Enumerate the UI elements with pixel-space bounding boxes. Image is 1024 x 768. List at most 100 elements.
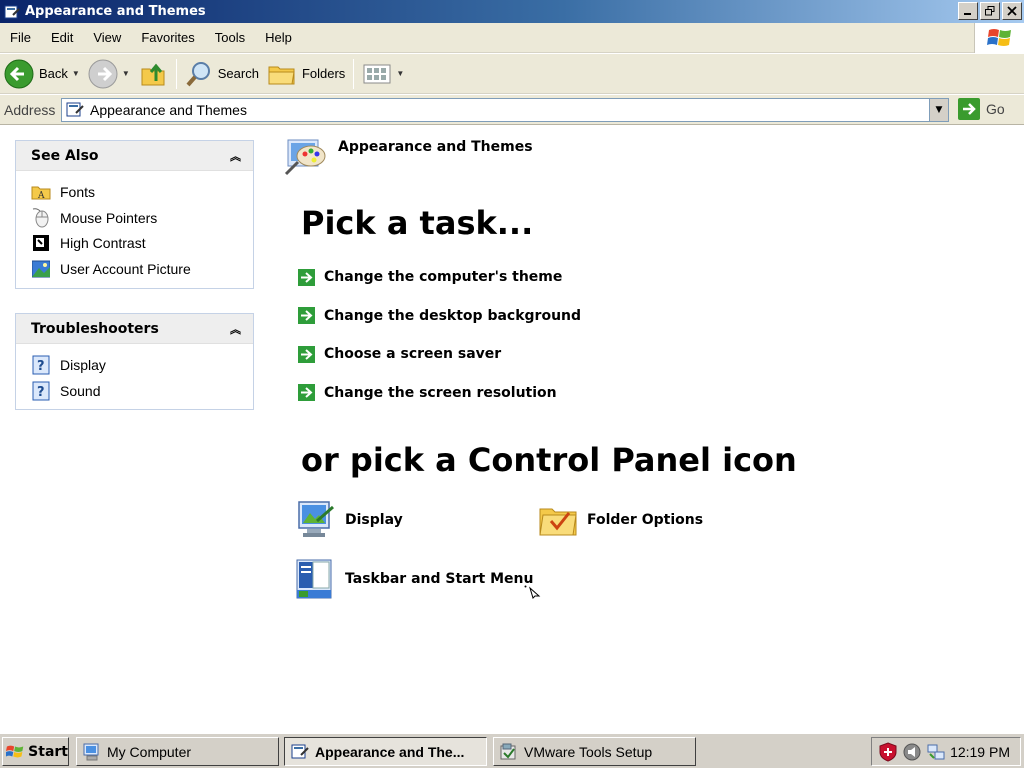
start-button[interactable]: Start <box>2 737 69 766</box>
see-also-item-high-contrast[interactable]: High Contrast <box>16 230 253 256</box>
windows-logo-icon <box>6 745 24 757</box>
address-dropdown-icon[interactable]: ▼ <box>929 99 948 121</box>
cp-icon-folder-options[interactable]: Folder Options <box>537 499 703 541</box>
task-label: Change the screen resolution <box>324 384 557 401</box>
collapse-chevron-icon[interactable]: ︽ <box>230 321 241 337</box>
menu-view[interactable]: View <box>83 30 131 45</box>
svg-text:A: A <box>37 191 45 201</box>
troubleshooters-panel: Troubleshooters ︽ ? Display ? Sound <box>15 313 254 411</box>
windows-logo-icon <box>974 23 1024 53</box>
taskbar-icon <box>296 559 332 599</box>
control-panel-icon <box>66 102 84 117</box>
network-icon[interactable] <box>926 742 946 762</box>
task-pane: See Also ︽ A Fonts Mouse Pointers High C… <box>0 126 268 730</box>
collapse-chevron-icon[interactable]: ︽ <box>230 148 241 164</box>
task-label: Choose a screen saver <box>324 346 502 363</box>
address-label: Address <box>4 101 56 118</box>
task-list: Change the computer's theme Change the d… <box>298 258 581 412</box>
cp-icon-label: Folder Options <box>587 512 704 528</box>
troubleshooters-header[interactable]: Troubleshooters ︽ <box>16 314 253 344</box>
folders-label: Folders <box>301 66 346 81</box>
taskbar-button-label: VMware Tools Setup <box>524 743 653 760</box>
task-arrow-icon <box>298 345 315 363</box>
task-change-background[interactable]: Change the desktop background <box>298 297 581 336</box>
search-label: Search <box>217 66 259 81</box>
help-icon: ? <box>31 355 51 375</box>
see-also-label: Mouse Pointers <box>60 209 158 226</box>
see-also-item-user-account-picture[interactable]: User Account Picture <box>16 256 253 282</box>
views-button[interactable]: ▼ <box>358 57 408 91</box>
main-content: Appearance and Themes Pick a task... Cha… <box>268 126 1024 730</box>
folders-button[interactable]: Folders <box>263 57 349 91</box>
sound-icon[interactable] <box>902 742 922 762</box>
see-also-panel: See Also ︽ A Fonts Mouse Pointers High C… <box>15 140 254 289</box>
up-button[interactable] <box>134 57 172 91</box>
control-panel-icon <box>291 744 309 758</box>
toolbar-separator <box>353 58 355 89</box>
task-change-theme[interactable]: Change the computer's theme <box>298 258 581 297</box>
system-tray: 12:19 PM <box>871 737 1021 766</box>
taskbar: Start My Computer Appearance and The... … <box>0 733 1024 768</box>
forward-dropdown-icon[interactable]: ▼ <box>122 69 130 78</box>
menu-tools[interactable]: Tools <box>205 30 255 45</box>
taskbar-button-vmware-setup[interactable]: VMware Tools Setup <box>493 737 696 766</box>
svg-text:?: ? <box>37 359 45 374</box>
search-button[interactable]: Search <box>181 57 263 91</box>
cp-icon-label: Taskbar and Start Menu <box>345 571 534 587</box>
restore-icon <box>985 6 995 16</box>
task-screen-saver[interactable]: Choose a screen saver <box>298 335 581 374</box>
menu-edit[interactable]: Edit <box>41 30 83 45</box>
close-button[interactable] <box>1002 2 1022 20</box>
task-arrow-icon <box>298 384 315 402</box>
help-icon: ? <box>31 381 51 401</box>
menu-file[interactable]: File <box>0 30 41 45</box>
taskbar-button-label: My Computer <box>107 743 192 760</box>
taskbar-button-my-computer[interactable]: My Computer <box>76 737 279 766</box>
back-dropdown-icon[interactable]: ▼ <box>72 69 80 78</box>
menu-help[interactable]: Help <box>255 30 302 45</box>
back-arrow-icon <box>4 59 34 88</box>
clock[interactable]: 12:19 PM <box>950 744 1010 760</box>
address-bar: Address Appearance and Themes ▼ Go <box>0 95 1024 125</box>
restore-button[interactable] <box>980 2 1000 20</box>
folders-icon <box>268 66 295 84</box>
troubleshooter-label: Sound <box>60 382 101 399</box>
taskbar-button-appearance-themes[interactable]: Appearance and The... <box>284 737 487 766</box>
user-picture-icon <box>31 259 51 279</box>
taskbar-button-label: Appearance and The... <box>315 743 465 760</box>
toolbar-separator <box>175 58 177 89</box>
svg-text:?: ? <box>37 385 45 400</box>
address-field[interactable]: Appearance and Themes ▼ <box>61 98 949 122</box>
mouse-icon <box>31 207 51 228</box>
minimize-button[interactable] <box>958 2 978 20</box>
troubleshooters-title: Troubleshooters <box>31 320 159 337</box>
task-arrow-icon <box>298 268 315 286</box>
window-title: Appearance and Themes <box>25 4 206 19</box>
menu-favorites[interactable]: Favorites <box>131 30 204 45</box>
go-button[interactable]: Go <box>958 98 1005 120</box>
back-button[interactable]: Back ▼ <box>0 57 84 91</box>
task-screen-resolution[interactable]: Change the screen resolution <box>298 374 581 413</box>
fonts-folder-icon: A <box>31 182 51 202</box>
troubleshooter-item-display[interactable]: ? Display <box>16 352 253 378</box>
see-also-label: High Contrast <box>60 235 146 252</box>
views-dropdown-icon[interactable]: ▼ <box>396 69 404 78</box>
mouse-cursor-icon <box>524 585 541 599</box>
forward-button[interactable]: ▼ <box>84 57 134 91</box>
see-also-item-mouse-pointers[interactable]: Mouse Pointers <box>16 205 253 231</box>
forward-arrow-icon <box>88 59 118 88</box>
see-also-item-fonts[interactable]: A Fonts <box>16 179 253 205</box>
minimize-icon <box>964 13 971 15</box>
task-label: Change the computer's theme <box>324 269 563 286</box>
cp-icon-display[interactable]: Display <box>295 499 403 541</box>
start-label: Start <box>28 743 68 760</box>
toolbar: Back ▼ ▼ Search Folders ▼ <box>0 54 1024 94</box>
see-also-header[interactable]: See Also ︽ <box>16 141 253 171</box>
search-icon <box>186 61 210 86</box>
troubleshooter-item-sound[interactable]: ? Sound <box>16 378 253 404</box>
see-also-label: User Account Picture <box>60 260 191 277</box>
back-label: Back <box>39 66 68 81</box>
go-arrow-icon <box>958 98 980 120</box>
security-shield-icon[interactable] <box>878 741 898 762</box>
cp-icon-taskbar-start-menu[interactable]: Taskbar and Start Menu <box>295 558 533 600</box>
